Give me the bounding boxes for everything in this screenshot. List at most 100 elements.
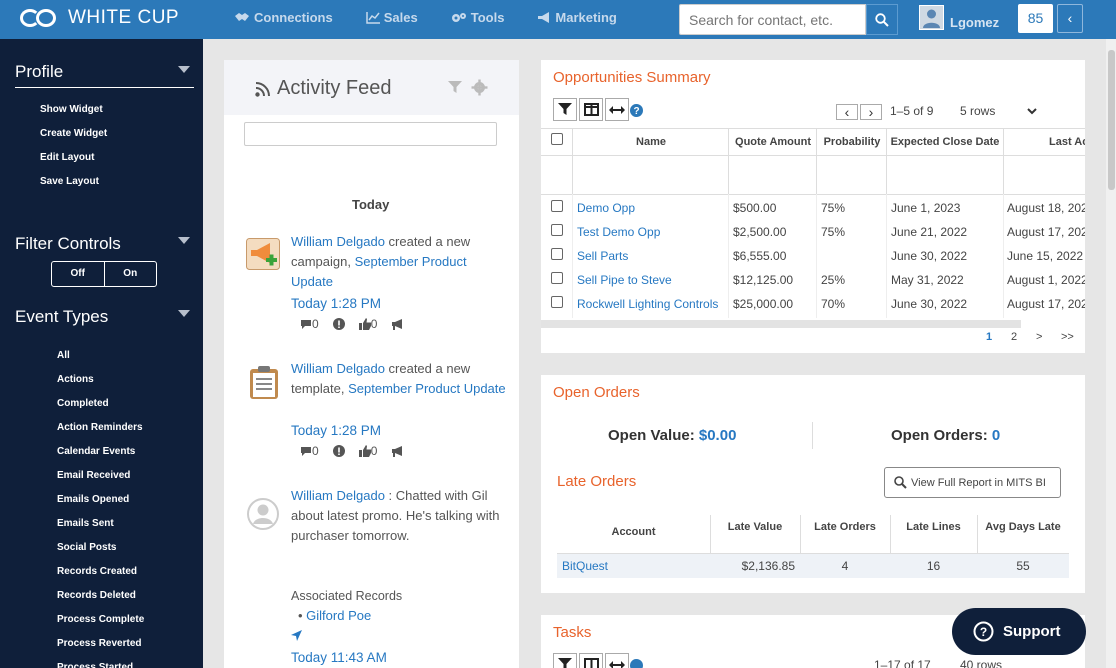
help-icon[interactable] [630,659,643,668]
sidebar-filter-title[interactable]: Filter Controls [15,234,121,254]
like-button[interactable]: 0 [358,317,377,331]
column-header[interactable]: Quote Amount [729,136,817,148]
opportunity-name-link[interactable]: Sell Pipe to Steve [577,273,672,287]
filter-icon[interactable] [448,81,462,94]
columns-button[interactable] [579,653,603,668]
row-checkbox[interactable] [551,200,563,212]
comment-button[interactable]: 0 [300,317,319,331]
opportunity-name-link[interactable]: Test Demo Opp [577,225,660,239]
select-all-checkbox[interactable] [551,133,563,145]
event-type-item[interactable]: All [57,350,70,361]
event-type-item[interactable]: Action Reminders [57,422,143,433]
alert-button[interactable] [332,445,345,457]
share-button[interactable] [391,445,404,457]
location-arrow-icon[interactable] [291,630,302,641]
pager-link[interactable]: >> [1061,331,1074,343]
event-type-item[interactable]: Actions [57,374,94,385]
sidebar-edit-layout[interactable]: Edit Layout [40,152,94,163]
user-avatar[interactable] [919,5,944,30]
sidebar-save-layout[interactable]: Save Layout [40,176,99,187]
column-header[interactable]: Late Orders [800,522,890,533]
tasks-rows-per-page[interactable]: 40 rows [960,658,1002,668]
toggle-on[interactable]: On [105,262,157,286]
event-type-item[interactable]: Social Posts [57,542,116,553]
event-type-item[interactable]: Calendar Events [57,446,135,457]
column-header[interactable]: Name [573,136,729,148]
event-type-item[interactable]: Completed [57,398,109,409]
event-type-item[interactable]: Records Created [57,566,137,577]
collapse-button[interactable]: ‹ [1057,4,1083,33]
sidebar-show-widget[interactable]: Show Widget [40,104,103,115]
share-button[interactable] [391,318,404,330]
event-type-item[interactable]: Process Started [57,662,133,668]
search-input[interactable] [679,4,866,35]
gear-icon[interactable] [471,79,488,96]
nav-marketing[interactable]: Marketing [537,10,617,25]
caret-down-icon[interactable] [178,237,190,244]
columns-button[interactable] [579,98,603,121]
row-checkbox[interactable] [551,248,563,260]
chevron-down-icon[interactable] [1027,108,1037,115]
table-cell: $500.00 [733,201,777,215]
event-type-item[interactable]: Emails Sent [57,518,114,529]
opportunity-name-link[interactable]: Sell Parts [577,249,628,263]
row-checkbox[interactable] [551,272,563,284]
pager-link[interactable]: > [1036,331,1042,343]
caret-down-icon[interactable] [178,310,190,317]
feed-entry-user[interactable]: William Delgado [291,234,385,249]
horizontal-scrollbar[interactable] [541,320,1021,328]
event-type-item[interactable]: Records Deleted [57,590,136,601]
nav-tools[interactable]: Tools [451,10,504,25]
like-button[interactable]: 0 [358,444,377,458]
filter-button[interactable] [553,98,577,121]
opportunity-name-link[interactable]: Rockwell Lighting Controls [577,297,718,311]
row-checkbox[interactable] [551,224,563,236]
support-button[interactable]: ? Support [952,608,1086,655]
account-link[interactable]: BitQuest [562,559,608,573]
notification-count[interactable]: 85 [1018,4,1053,33]
sidebar-profile-title[interactable]: Profile [15,62,63,82]
row-checkbox[interactable] [551,296,563,308]
toggle-off[interactable]: Off [52,262,105,286]
column-header[interactable]: Last Activity [1049,136,1085,148]
column-header[interactable]: Probability [817,136,887,148]
search-button[interactable] [866,4,898,35]
expand-button[interactable] [605,653,629,668]
opportunity-name-link[interactable]: Demo Opp [577,201,635,215]
column-header[interactable]: Expected Close Date [887,136,1003,148]
feed-entry-link[interactable]: September Product Update [348,381,506,396]
expand-button[interactable] [605,98,629,121]
nav-connections[interactable]: Connections [234,10,333,25]
feed-post-input[interactable] [244,122,497,146]
pager-link[interactable]: 1 [986,331,992,343]
nav-sales[interactable]: Sales [365,10,418,25]
page-scroll-thumb[interactable] [1108,50,1115,190]
column-header[interactable]: Late Lines [890,522,977,533]
column-header[interactable]: Avg Days Late [977,522,1069,533]
event-type-item[interactable]: Email Received [57,470,130,481]
feed-entry-user[interactable]: William Delgado [291,361,385,376]
sidebar-create-widget[interactable]: Create Widget [40,128,107,139]
view-report-button[interactable]: View Full Report in MITS BI [884,467,1061,498]
alert-button[interactable] [332,318,345,330]
event-type-item[interactable]: Emails Opened [57,494,129,505]
prev-page-button[interactable]: ‹ [836,104,858,120]
comment-button[interactable]: 0 [300,444,319,458]
brand-logo[interactable]: WHITE CUP [20,7,179,29]
pager-link[interactable]: 2 [1011,331,1017,343]
rows-per-page[interactable]: 5 rows [960,104,995,118]
column-header[interactable]: Account [557,527,710,538]
feed-entry-user[interactable]: William Delgado [291,488,385,503]
next-page-button[interactable]: › [860,104,882,120]
caret-down-icon[interactable] [178,66,190,73]
filter-toggle[interactable]: Off On [51,261,157,287]
help-icon[interactable]: ? [630,104,643,117]
sidebar-events-title[interactable]: Event Types [15,307,108,327]
filter-button[interactable] [553,653,577,668]
event-type-item[interactable]: Process Reverted [57,638,142,649]
column-header[interactable]: Late Value [710,522,800,533]
user-name[interactable]: Lgomez [950,15,999,30]
filter-icon [558,658,572,668]
table-cell: 75% [821,201,846,215]
event-type-item[interactable]: Process Complete [57,614,144,625]
